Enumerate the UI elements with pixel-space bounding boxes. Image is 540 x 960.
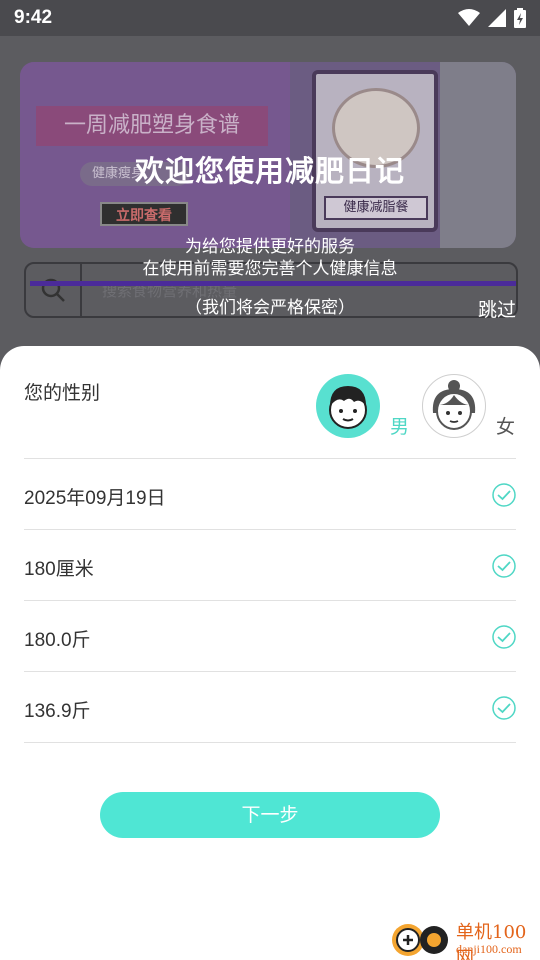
watermark-logo-icon — [392, 924, 448, 956]
gender-row: 您的性别 男 女 — [24, 346, 516, 459]
target-weight-value: 136.9斤 — [24, 701, 91, 722]
next-step-button[interactable]: 下一步 — [100, 792, 440, 838]
banner-card-label: 健康减脂餐 — [324, 196, 428, 220]
weight-row[interactable]: 180.0斤 — [24, 601, 516, 672]
birthdate-row[interactable]: 2025年09月19日 — [24, 459, 516, 530]
male-label[interactable]: 男 — [390, 412, 409, 439]
welcome-line-2: 在使用前需要您完善个人健康信息 — [142, 259, 398, 279]
check-circle-icon — [492, 483, 516, 507]
welcome-title: 欢迎您使用减肥日记 — [134, 154, 405, 188]
banner-view-button: 立即查看 — [100, 202, 188, 226]
target-weight-row[interactable]: 136.9斤 — [24, 672, 516, 743]
check-circle-icon — [492, 625, 516, 649]
female-avatar[interactable] — [422, 374, 486, 438]
status-icons — [458, 8, 526, 28]
check-circle-icon — [492, 554, 516, 578]
female-label[interactable]: 女 — [496, 412, 515, 439]
wifi-icon — [458, 9, 480, 26]
birthdate-value: 2025年09月19日 — [24, 488, 166, 509]
male-avatar[interactable] — [316, 374, 380, 438]
battery-icon — [514, 8, 526, 28]
status-bar: 9:42 — [0, 0, 540, 36]
watermark-domain: danji100.com — [456, 942, 522, 956]
signal-icon — [488, 9, 506, 27]
watermark: 单机100网 danji100.com — [390, 918, 540, 960]
male-face-icon — [329, 386, 367, 429]
profile-sheet: 您的性别 男 女 2025年09月19日 180厘米 180.0斤 136.9斤… — [0, 346, 540, 960]
height-row[interactable]: 180厘米 — [24, 530, 516, 601]
status-time: 9:42 — [14, 7, 53, 28]
welcome-line-3: （我们将会严格保密） — [185, 298, 355, 318]
banner-title: 一周减肥塑身食谱 — [36, 106, 268, 146]
weight-value: 180.0斤 — [24, 630, 91, 651]
search-underline — [30, 281, 516, 286]
gender-label: 您的性别 — [24, 383, 101, 404]
skip-button[interactable]: 跳过 — [478, 295, 516, 322]
female-face-icon — [432, 380, 476, 430]
check-circle-icon — [492, 696, 516, 720]
height-value: 180厘米 — [24, 559, 94, 580]
